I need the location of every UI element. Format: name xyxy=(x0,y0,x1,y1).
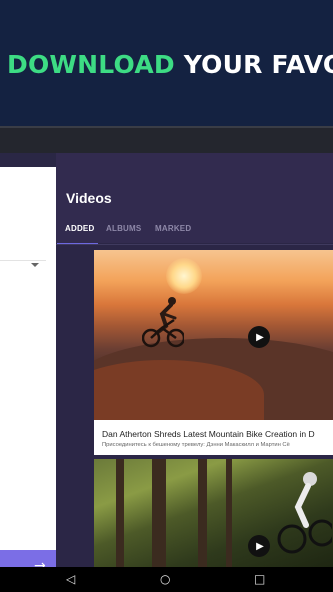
thumbnail-tree xyxy=(226,459,232,567)
chevron-down-icon[interactable] xyxy=(31,263,39,267)
play-icon: ▶ xyxy=(256,540,264,552)
device-bezel-edge xyxy=(0,126,333,128)
side-drawer: → xyxy=(0,167,56,567)
tab-divider xyxy=(56,244,333,245)
tab-marked[interactable]: MARKED xyxy=(155,224,191,233)
recents-icon[interactable]: □ xyxy=(254,572,265,586)
video-thumbnail[interactable]: ▶ xyxy=(94,250,333,420)
video-card[interactable]: ▶ Dan Atherton Shreds Latest Mountain Bi… xyxy=(94,250,333,455)
next-button[interactable]: → xyxy=(0,550,56,567)
drawer-divider xyxy=(0,260,46,261)
back-icon[interactable]: ◁ xyxy=(66,572,75,586)
app-header: Videos ADDED ALBUMS MARKED xyxy=(56,153,333,245)
video-subtitle: Присоединитесь к бешеному тревелу: Дэнни… xyxy=(102,442,290,448)
video-thumbnail[interactable]: ▶ xyxy=(94,459,333,567)
tab-bar: ADDED ALBUMS MARKED xyxy=(56,224,333,245)
promo-banner: DOWNLOAD YOUR FAVOU xyxy=(0,0,333,126)
videos-screen: Videos ADDED ALBUMS MARKED ▶ Dan Atherto… xyxy=(56,153,333,567)
thumbnail-sun xyxy=(166,258,202,294)
thumbnail-tree xyxy=(116,459,124,567)
mountain-biker-image xyxy=(277,472,332,554)
system-navigation-bar: ◁ ○ □ xyxy=(0,567,333,592)
play-button[interactable]: ▶ xyxy=(248,326,270,348)
arrow-right-icon: → xyxy=(34,558,46,567)
video-title: Dan Atherton Shreds Latest Mountain Bike… xyxy=(102,429,315,439)
play-icon: ▶ xyxy=(256,331,264,343)
thumbnail-tree xyxy=(198,459,207,567)
tab-added[interactable]: ADDED xyxy=(65,224,94,233)
banner-rest-text: YOUR FAVOU xyxy=(183,50,333,79)
banner-highlight-text: DOWNLOAD xyxy=(7,50,175,79)
home-icon[interactable]: ○ xyxy=(160,572,170,586)
video-card[interactable]: ▶ xyxy=(94,459,333,567)
device-bezel xyxy=(0,126,333,153)
mountain-biker-image xyxy=(142,297,184,348)
page-title: Videos xyxy=(66,190,112,206)
play-button[interactable]: ▶ xyxy=(248,535,270,557)
thumbnail-tree xyxy=(152,459,166,567)
banner-headline: DOWNLOAD YOUR FAVOU xyxy=(7,50,333,79)
tab-albums[interactable]: ALBUMS xyxy=(106,224,141,233)
device-screen: → Videos ADDED ALBUMS MARKED ▶ Dan Ather… xyxy=(0,153,333,567)
